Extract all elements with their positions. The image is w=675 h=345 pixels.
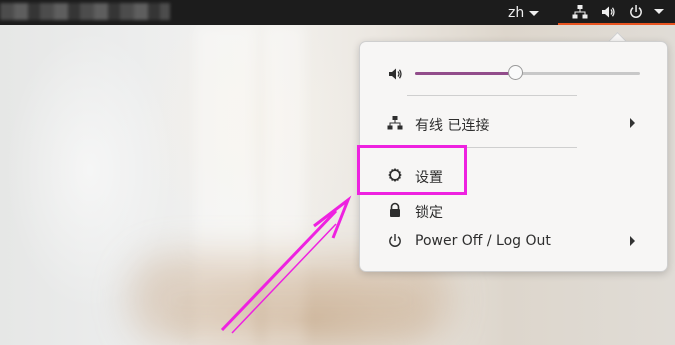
annotation-arrow <box>220 195 352 334</box>
